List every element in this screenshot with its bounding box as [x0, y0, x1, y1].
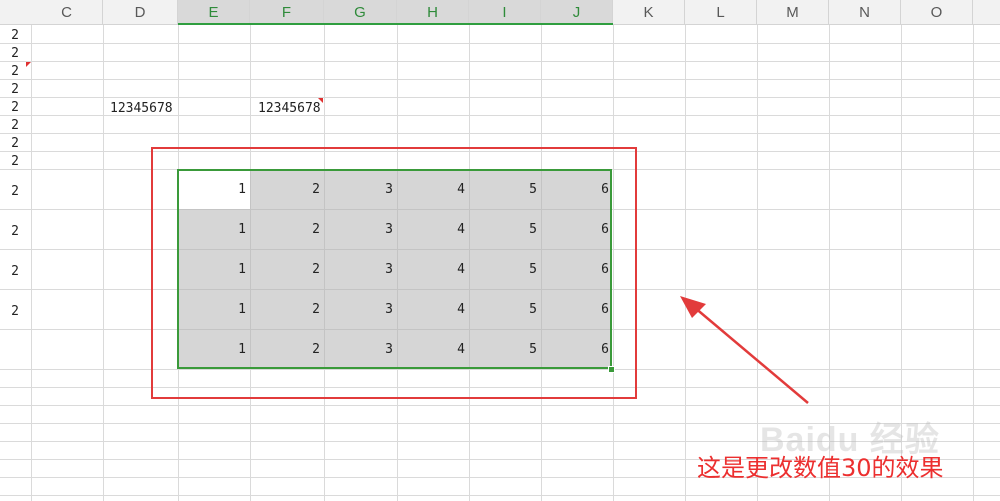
spreadsheet-area: CDEFGHIJKLMNO 222222222222 12345678 1234…	[0, 0, 1000, 501]
annotation-caption: 这是更改数值30的效果	[697, 454, 944, 482]
